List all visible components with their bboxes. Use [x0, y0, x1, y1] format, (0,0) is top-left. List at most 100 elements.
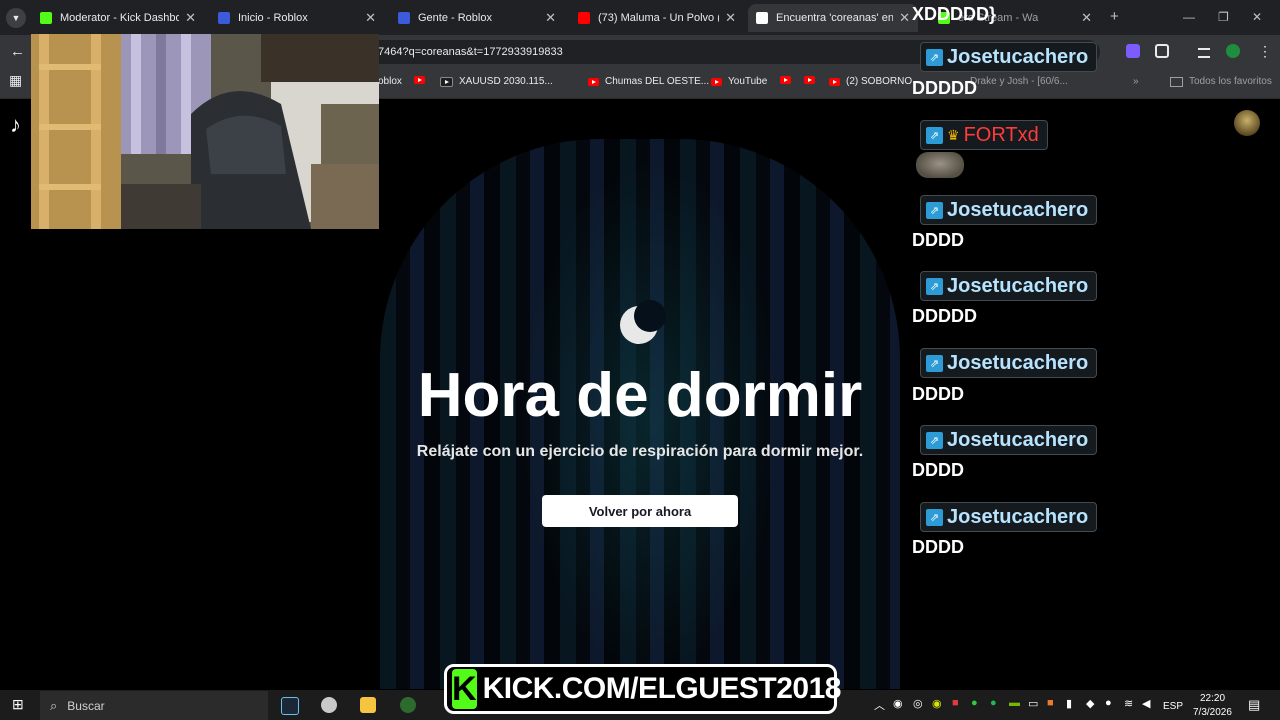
- bookmark-youtube[interactable]: YouTube: [711, 76, 767, 87]
- tab-tiktok-search[interactable]: Encuentra 'coreanas' en TikTo ✕: [748, 4, 918, 32]
- chat-message-text: DDDD: [912, 460, 964, 480]
- windows-start-icon[interactable]: ⊞: [12, 696, 24, 713]
- tab-close-icon[interactable]: ✕: [185, 10, 196, 26]
- bookmark-chumas[interactable]: Chumas DEL OESTE...: [588, 76, 709, 87]
- youtube-icon: [414, 76, 425, 84]
- kick-channel-url: KICK.COM/ELGUEST2018: [482, 672, 842, 705]
- spotify-tray-icon[interactable]: ●: [990, 697, 997, 709]
- file-explorer-icon[interactable]: [360, 697, 376, 713]
- bookmark-youtube-icon-2[interactable]: [780, 76, 797, 84]
- minimize-icon[interactable]: —: [1183, 10, 1195, 24]
- bookmark-drake-josh[interactable]: Drake y Josh - [60/6...: [970, 76, 1068, 87]
- youtube-icon: [711, 77, 722, 86]
- tab-search-button[interactable]: ▼: [6, 8, 26, 28]
- input-language[interactable]: ESP: [1163, 701, 1183, 712]
- bookmark-label: oblox: [378, 76, 402, 87]
- taskbar-search-box[interactable]: ⌕ Buscar: [40, 691, 268, 720]
- tray-app-icon[interactable]: ▭: [1028, 697, 1038, 710]
- extensions-icon[interactable]: [1155, 44, 1169, 58]
- cat-emote-icon: [916, 152, 964, 178]
- roblox-favicon-icon: [398, 12, 410, 24]
- menu-dots-icon[interactable]: ⋮: [1258, 43, 1272, 60]
- webcam-room-image: [31, 34, 379, 229]
- tab-youtube-maluma[interactable]: (73) Maluma - Un Polvo (Offi ✕: [570, 4, 744, 32]
- discord-tray-icon[interactable]: ◉: [893, 697, 903, 710]
- tray-app-icon[interactable]: ■: [1047, 697, 1054, 709]
- bookmark-label: YouTube: [728, 76, 768, 87]
- chat-message-text: DDDDD: [912, 306, 977, 326]
- moon-icon-cutout: [634, 300, 666, 332]
- youtube-icon: [829, 77, 840, 86]
- back-icon[interactable]: ←: [10, 43, 25, 60]
- clock-date[interactable]: 7/3/2026: [1193, 707, 1232, 718]
- tab-close-icon[interactable]: ✕: [365, 10, 376, 26]
- chat-message-text: DDDD: [912, 230, 964, 250]
- chat-message-text: DDDD: [912, 384, 964, 404]
- mic-tray-icon[interactable]: ●: [971, 697, 978, 709]
- bookmark-all-favorites[interactable]: Todos los favoritos: [1170, 76, 1272, 87]
- chat-message-text: DDDD: [912, 537, 964, 557]
- twitch-extension-icon[interactable]: [1126, 44, 1140, 58]
- clock-time[interactable]: 22:20: [1200, 693, 1225, 704]
- chat-username-chip: ⇗ Josetucachero: [920, 348, 1098, 378]
- profile-avatar-icon[interactable]: [1226, 44, 1240, 58]
- tradingview-icon: [440, 76, 453, 87]
- tab-close-icon[interactable]: ✕: [725, 10, 736, 26]
- xbox-icon[interactable]: [400, 697, 416, 713]
- close-window-icon[interactable]: ✕: [1252, 10, 1262, 24]
- app-icon[interactable]: [321, 697, 337, 713]
- bookmark-roblox[interactable]: oblox: [378, 76, 402, 87]
- kick-badge-icon: ⇗: [926, 126, 943, 144]
- tab-title: (73) Maluma - Un Polvo (Offi: [598, 12, 719, 24]
- webcam-overlay: [31, 34, 379, 229]
- bookmark-xauusd[interactable]: XAUUSD 2030.115...: [440, 76, 553, 87]
- youtube-favicon-icon: [578, 12, 590, 24]
- kick-badge-icon: ⇗: [926, 48, 943, 66]
- tray-app-icon[interactable]: ▮: [1066, 697, 1072, 710]
- bookmark-soborno[interactable]: (2) SOBORNO: [829, 76, 912, 87]
- volume-icon[interactable]: ◀: [1142, 697, 1150, 710]
- chat-username: Josetucachero: [947, 274, 1089, 297]
- crown-icon: ♛: [947, 126, 960, 143]
- bookmark-label: XAUUSD 2030.115...: [459, 76, 553, 87]
- bookmark-youtube-icon-3[interactable]: [804, 76, 821, 84]
- chat-username: Josetucachero: [947, 45, 1089, 68]
- restore-icon[interactable]: ❐: [1218, 10, 1229, 24]
- tab-kick-dashboard[interactable]: Moderator - Kick Dashboard ✕: [32, 4, 204, 32]
- new-tab-icon[interactable]: +: [1110, 8, 1119, 25]
- tab-close-icon[interactable]: ✕: [899, 10, 910, 26]
- user-avatar[interactable]: [1234, 110, 1260, 136]
- tray-app-icon[interactable]: ■: [952, 697, 959, 709]
- back-for-now-button[interactable]: Volver por ahora: [542, 495, 738, 527]
- chat-username-chip: ⇗ Josetucachero: [920, 42, 1098, 72]
- microphone-icon[interactable]: ●: [1105, 697, 1112, 709]
- network-icon[interactable]: ≋: [1124, 697, 1133, 710]
- bookmarks-overflow-icon[interactable]: »: [1133, 76, 1139, 87]
- youtube-icon: [804, 76, 815, 84]
- kick-badge-icon: ⇗: [926, 277, 943, 295]
- tray-overflow-icon[interactable]: ︿: [874, 697, 885, 713]
- chat-message-text: XDDDDD}: [912, 4, 997, 24]
- tray-app-icon[interactable]: ◎: [913, 697, 923, 710]
- kick-badge-icon: ⇗: [926, 431, 943, 449]
- tab-roblox-home[interactable]: Inicio - Roblox ✕: [210, 4, 384, 32]
- nvidia-tray-icon[interactable]: ▬: [1009, 697, 1020, 709]
- bookmark-youtube-icon[interactable]: [414, 76, 431, 84]
- address-url[interactable]: 7464?q=coreanas&t=1772933919833: [378, 46, 563, 58]
- tab-close-icon[interactable]: ✕: [545, 10, 556, 26]
- chat-username: Josetucachero: [947, 351, 1089, 374]
- tab-close-icon[interactable]: ✕: [1081, 10, 1092, 26]
- tiktok-logo-icon[interactable]: ♪: [10, 112, 21, 138]
- steam-icon[interactable]: [281, 697, 299, 715]
- kick-badge-icon: ⇗: [926, 508, 943, 526]
- tab-title: Moderator - Kick Dashboard: [60, 12, 180, 24]
- tab-roblox-people[interactable]: Gente - Roblox ✕: [390, 4, 564, 32]
- bookmark-label: Drake y Josh - [60/6...: [970, 76, 1068, 87]
- tray-app-icon[interactable]: ◉: [932, 697, 942, 710]
- apps-grid-icon[interactable]: ▦: [9, 72, 22, 89]
- notifications-icon[interactable]: ▤: [1248, 697, 1260, 713]
- tray-app-icon[interactable]: ◆: [1086, 697, 1094, 710]
- media-icon[interactable]: [1198, 48, 1210, 58]
- bookmark-label: (2) SOBORNO: [846, 76, 913, 87]
- bookmark-label: Todos los favoritos: [1189, 76, 1272, 87]
